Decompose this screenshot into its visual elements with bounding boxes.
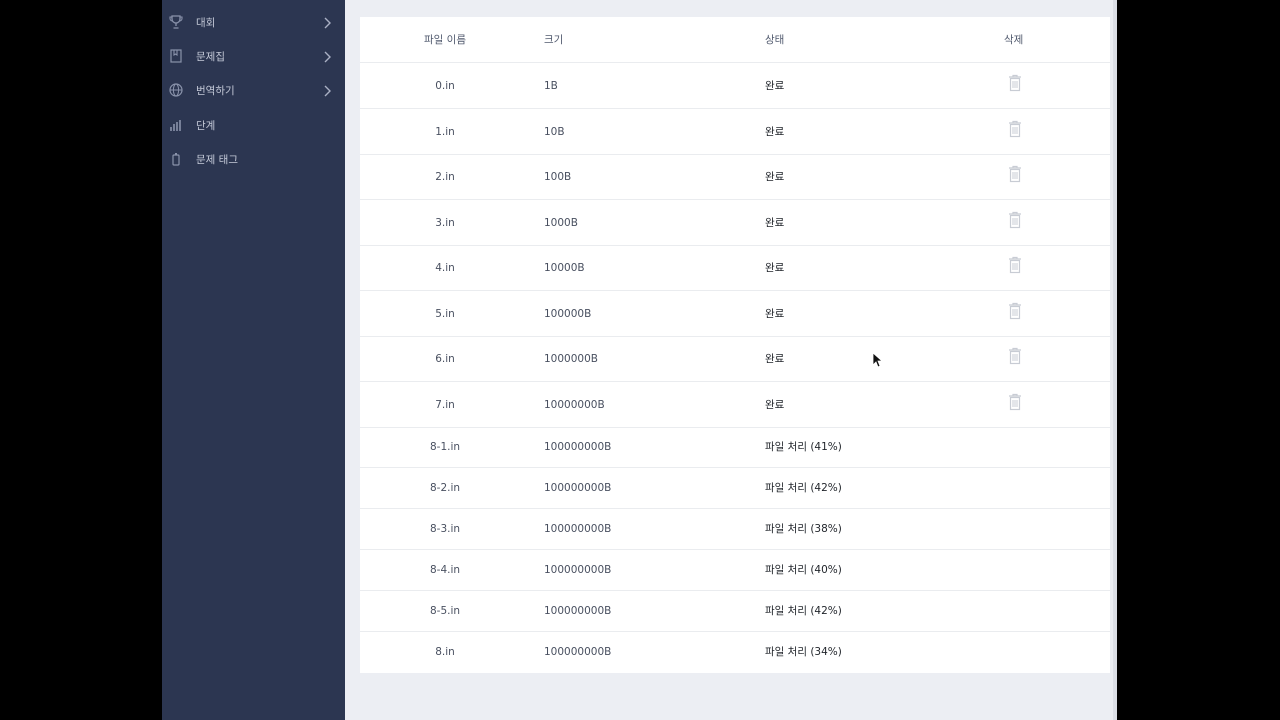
column-header-name: 파일 이름 — [424, 34, 466, 46]
table-row: 8-5.in 100000000B 파일 처리 (42%) — [360, 591, 1110, 632]
file-name: 0.in — [435, 80, 455, 92]
table-row: 8-2.in 100000000B 파일 처리 (42%) — [360, 468, 1110, 509]
file-name: 4.in — [435, 262, 455, 274]
sidebar-item-label: 문제 태그 — [196, 154, 238, 166]
file-size: 100000B — [544, 307, 592, 320]
sidebar-item-label: 대회 — [196, 17, 216, 29]
file-name: 3.in — [435, 216, 455, 229]
sidebar-item-steps[interactable]: 단계 — [162, 109, 345, 143]
sidebar-item-label: 문제집 — [196, 51, 225, 63]
file-name: 8-5.in — [429, 605, 461, 617]
sidebar: 대회 문제집 번역하기 단계 문제 태그 — [162, 0, 345, 720]
sidebar-item-tags[interactable]: 문제 태그 — [162, 143, 345, 177]
file-status: 파일 처리 (40%) — [765, 564, 842, 576]
file-size: 100000000B — [544, 441, 612, 453]
trash-icon[interactable] — [1008, 302, 1022, 320]
file-name: 8-1.in — [429, 441, 461, 453]
file-status: 완료 — [765, 353, 785, 365]
file-status: 완료 — [765, 125, 785, 138]
file-name: 2.in — [435, 171, 455, 183]
file-size: 100000000B — [544, 646, 612, 658]
file-status: 완료 — [765, 171, 785, 183]
file-size: 10000B — [544, 262, 585, 274]
file-name: 8-2.in — [429, 482, 461, 494]
table-row: 8-4.in 100000000B 파일 처리 (40%) — [360, 550, 1110, 591]
app-window: 대회 문제집 번역하기 단계 문제 태그 파일 이름 크기 상태 삭제 0.in… — [162, 0, 1117, 720]
bar-chart-icon — [168, 117, 184, 133]
column-header-delete: 삭제 — [1004, 34, 1024, 46]
sidebar-item-translate[interactable]: 번역하기 — [162, 74, 345, 108]
column-header-size: 크기 — [544, 34, 564, 46]
file-size: 100000000B — [544, 564, 612, 576]
tag-icon — [168, 151, 184, 167]
trash-icon[interactable] — [1008, 165, 1022, 183]
table-header: 파일 이름 크기 상태 삭제 — [360, 17, 1110, 63]
table-row: 6.in 1000000B 완료 — [360, 336, 1110, 382]
file-status: 완료 — [765, 398, 785, 411]
chevron-right-icon — [322, 83, 332, 97]
file-status: 파일 처리 (42%) — [765, 482, 842, 494]
file-name: 5.in — [435, 307, 455, 320]
trash-icon[interactable] — [1008, 256, 1022, 274]
table-row: 0.in 1B 완료 — [360, 63, 1110, 109]
table-row: 5.in 100000B 완료 — [360, 291, 1110, 337]
file-status: 파일 처리 (38%) — [765, 523, 842, 535]
file-size: 1000000B — [544, 353, 598, 365]
file-status: 파일 처리 (34%) — [765, 646, 842, 658]
trash-icon[interactable] — [1008, 393, 1022, 411]
sidebar-item-label: 번역하기 — [196, 85, 235, 97]
table-row: 8-1.in 100000000B 파일 처리 (41%) — [360, 427, 1110, 468]
page-scrollbar[interactable] — [1113, 0, 1117, 720]
file-status: 파일 처리 (42%) — [765, 605, 842, 617]
sidebar-item-problemset[interactable]: 문제집 — [162, 40, 345, 74]
file-table-panel: 파일 이름 크기 상태 삭제 0.in 1B 완료 1.in 10B 완료 2.… — [360, 17, 1110, 673]
table-row: 3.in 1000B 완료 — [360, 200, 1110, 246]
file-status: 완료 — [765, 216, 785, 229]
file-status: 완료 — [765, 80, 785, 92]
file-status: 완료 — [765, 307, 785, 320]
file-name: 8-4.in — [429, 564, 461, 576]
table-row: 8.in 100000000B 파일 처리 (34%) — [360, 632, 1110, 673]
file-name: 6.in — [435, 353, 455, 365]
book-icon — [168, 48, 184, 64]
file-size: 100000000B — [544, 482, 612, 494]
sidebar-item-label: 단계 — [196, 120, 216, 132]
file-name: 8.in — [435, 646, 455, 658]
file-name: 1.in — [435, 125, 455, 138]
file-status: 파일 처리 (41%) — [765, 441, 842, 453]
file-status: 완료 — [765, 262, 785, 274]
table-row: 4.in 10000B 완료 — [360, 245, 1110, 291]
file-size: 100000000B — [544, 523, 612, 535]
sidebar-item-contest[interactable]: 대회 — [162, 6, 345, 40]
file-name: 7.in — [435, 398, 455, 411]
trash-icon[interactable] — [1008, 211, 1022, 229]
trash-icon[interactable] — [1008, 347, 1022, 365]
file-size: 1000B — [544, 216, 578, 229]
table-row: 8-3.in 100000000B 파일 처리 (38%) — [360, 509, 1110, 550]
file-size: 10B — [544, 125, 565, 138]
file-size: 1B — [544, 80, 558, 92]
chevron-right-icon — [322, 15, 332, 29]
trash-icon[interactable] — [1008, 74, 1022, 92]
column-header-status: 상태 — [765, 34, 785, 46]
chevron-right-icon — [322, 49, 332, 63]
file-size: 100B — [544, 171, 572, 183]
file-name: 8-3.in — [429, 523, 461, 535]
table-row: 7.in 10000000B 완료 — [360, 382, 1110, 428]
table-row: 2.in 100B 완료 — [360, 154, 1110, 200]
trash-icon[interactable] — [1008, 120, 1022, 138]
file-size: 10000000B — [544, 398, 605, 411]
trophy-icon — [168, 14, 184, 30]
globe-icon — [168, 82, 184, 98]
file-size: 100000000B — [544, 605, 612, 617]
table-row: 1.in 10B 완료 — [360, 109, 1110, 155]
mouse-cursor-icon — [872, 352, 884, 368]
